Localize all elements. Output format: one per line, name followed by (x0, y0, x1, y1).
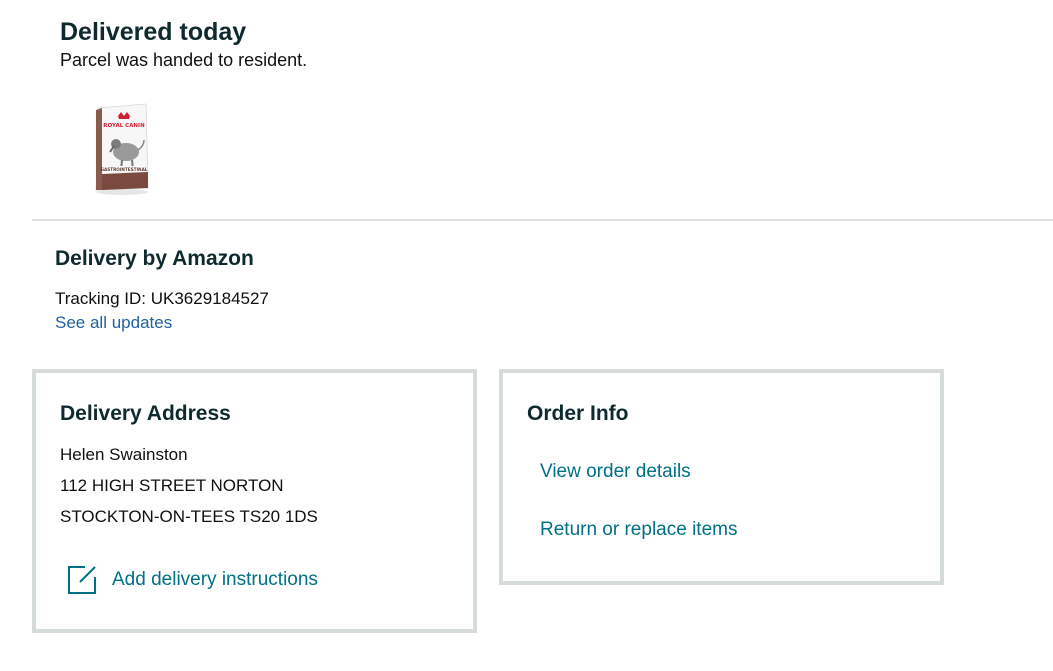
add-delivery-instructions-link[interactable]: Add delivery instructions (66, 563, 318, 597)
status-title: Delivered today (60, 18, 247, 46)
section-divider (32, 219, 1053, 221)
carrier-title: Delivery by Amazon (55, 247, 254, 270)
order-info-card: Order Info View order details Return or … (499, 369, 944, 585)
order-info-title: Order Info (527, 402, 629, 425)
delivery-status: Delivered today Parcel was handed to res… (60, 16, 307, 72)
address-street: 112 HIGH STREET NORTON (60, 476, 284, 495)
address-city-postcode: STOCKTON-ON-TEES TS20 1DS (60, 507, 318, 526)
address-name: Helen Swainston (60, 445, 188, 464)
tracking-id: Tracking ID: UK3629184527 (55, 289, 269, 308)
brand-text: ROYAL CANIN (103, 123, 145, 129)
product-image[interactable]: ROYAL CANIN GASTROINTESTINAL (88, 100, 154, 196)
carrier-section: Delivery by Amazon Tracking ID: UK362918… (55, 245, 269, 335)
view-order-details-link[interactable]: View order details (540, 459, 691, 485)
delivery-address-card: Delivery Address Helen Swainston 112 HIG… (32, 369, 477, 633)
variant-text: GASTROINTESTINAL (101, 167, 148, 172)
delivery-address-title: Delivery Address (60, 402, 231, 425)
dog-food-bag-image: ROYAL CANIN GASTROINTESTINAL (95, 103, 149, 195)
return-or-replace-link[interactable]: Return or replace items (540, 517, 737, 543)
edit-note-icon (68, 566, 96, 594)
status-subtitle: Parcel was handed to resident. (60, 50, 308, 70)
add-delivery-instructions-label: Add delivery instructions (112, 569, 318, 590)
see-all-updates-link[interactable]: See all updates (55, 311, 172, 335)
